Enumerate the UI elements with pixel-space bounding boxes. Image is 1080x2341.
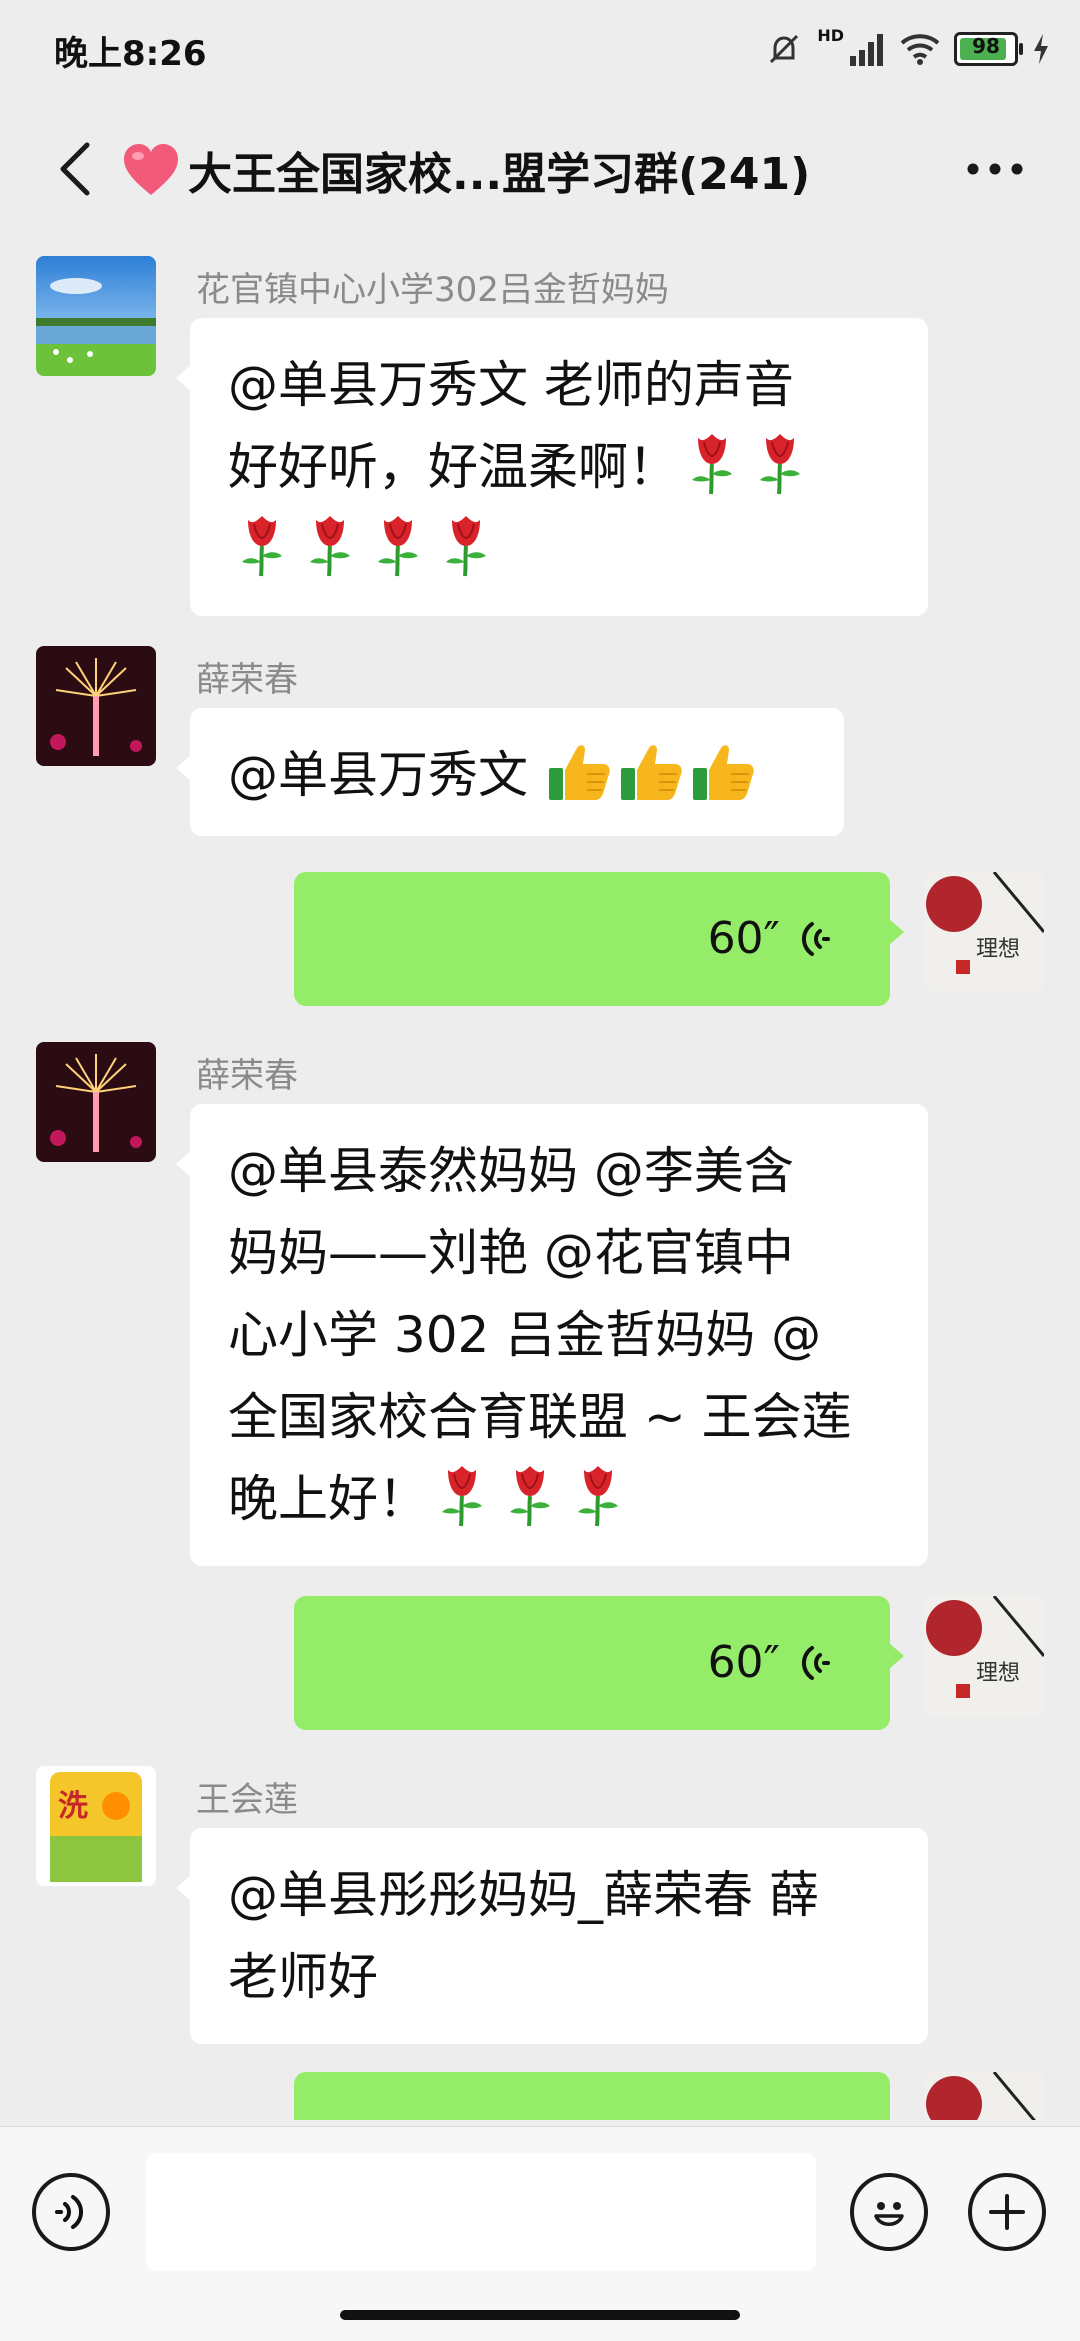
rose-emoji xyxy=(234,512,290,578)
chat-header: 大王全国家校...盟学习群(241) xyxy=(0,110,1080,230)
wifi-icon xyxy=(900,34,940,65)
message-line: @单县万秀文 xyxy=(228,734,806,816)
network-label: HD xyxy=(817,26,844,45)
message-line: 全国家校合育联盟 ~ 王会莲 xyxy=(228,1388,852,1446)
message-line: @单县泰然妈妈 @李美含 xyxy=(228,1142,794,1200)
chat-title-text: 大王全国家校...盟学习群(241) xyxy=(188,149,811,200)
voice-wave-icon xyxy=(794,1643,834,1683)
my-avatar[interactable] xyxy=(924,2072,1044,2120)
voice-message-bubble[interactable]: 60″ xyxy=(294,1596,904,1730)
rose-emoji xyxy=(502,1462,558,1528)
rose-emoji xyxy=(684,430,740,496)
chat-title: 大王全国家校...盟学习群(241) xyxy=(120,138,900,202)
more-icon xyxy=(967,163,1023,175)
message-list[interactable]: 花官镇中心小学302吕金哲妈妈 @单县万秀文 老师的声音 好好听，好温柔啊！ 薛… xyxy=(0,240,1080,2120)
status-bar: 晚上8:26 HD 98 xyxy=(0,0,1080,96)
message-bubble[interactable]: @单县彤彤妈妈_薛荣春 薛 老师好 xyxy=(176,1828,928,2044)
thumbs-up-emoji xyxy=(547,740,613,802)
svg-text:理想: 理想 xyxy=(976,1661,1020,1686)
back-button[interactable] xyxy=(40,134,110,204)
message-line xyxy=(228,508,890,590)
message-bubble[interactable]: @单县泰然妈妈 @李美含 妈妈——刘艳 @花官镇中 心小学 302 吕金哲妈妈 … xyxy=(176,1104,928,1566)
message-line: @单县万秀文 老师的声音 xyxy=(228,356,794,414)
my-avatar[interactable]: 理想 xyxy=(924,1596,1044,1716)
avatar[interactable]: 洗 xyxy=(36,1766,156,1886)
sender-name: 花官镇中心小学302吕金哲妈妈 xyxy=(196,270,669,310)
battery-indicator: 98 xyxy=(954,32,1023,66)
plus-button[interactable] xyxy=(968,2173,1046,2251)
sender-name: 王会莲 xyxy=(196,1780,298,1820)
voice-duration: 60″ xyxy=(707,1637,780,1688)
sender-name: 薛荣春 xyxy=(196,1056,298,1096)
message-bubble[interactable]: @单县万秀文 xyxy=(176,708,844,836)
emoji-button[interactable] xyxy=(850,2173,928,2251)
input-bar xyxy=(0,2126,1080,2341)
message-line: 好好听，好温柔啊！ xyxy=(228,426,890,508)
charging-icon xyxy=(1034,34,1048,64)
message-line: 妈妈——刘艳 @花官镇中 xyxy=(228,1224,794,1282)
voice-message: 60″ xyxy=(350,872,834,1006)
mute-bell-icon xyxy=(770,34,799,64)
more-button[interactable] xyxy=(950,134,1040,204)
plus-icon xyxy=(989,2194,1025,2230)
message-input[interactable] xyxy=(146,2153,816,2271)
home-indicator[interactable] xyxy=(340,2310,740,2320)
message-line: 心小学 302 吕金哲妈妈 @ xyxy=(228,1306,822,1364)
status-time: 晚上8:26 xyxy=(54,34,207,74)
voice-message-bubble[interactable] xyxy=(294,2072,904,2120)
my-avatar[interactable]: 理想 xyxy=(924,872,1044,992)
voice-input-icon xyxy=(51,2192,91,2232)
status-icons: HD 98 xyxy=(765,26,1050,72)
svg-text:洗: 洗 xyxy=(58,1789,88,1824)
rose-emoji xyxy=(434,1462,490,1528)
sender-name: 薛荣春 xyxy=(196,660,298,700)
thumbs-up-emoji xyxy=(691,740,757,802)
voice-wave-icon xyxy=(794,919,834,959)
voice-input-button[interactable] xyxy=(32,2173,110,2251)
thumbs-up-emoji xyxy=(619,740,685,802)
avatar[interactable] xyxy=(36,256,156,376)
rose-emoji xyxy=(438,512,494,578)
rose-emoji xyxy=(302,512,358,578)
avatar[interactable] xyxy=(36,1042,156,1162)
signal-icon xyxy=(850,34,883,66)
rose-emoji xyxy=(570,1462,626,1528)
battery-level: 98 xyxy=(972,34,1000,58)
message-line: @单县彤彤妈妈_薛荣春 薛 xyxy=(228,1866,819,1924)
svg-text:理想: 理想 xyxy=(976,937,1020,962)
voice-message-bubble[interactable]: 60″ xyxy=(294,872,904,1006)
emoji-icon xyxy=(874,2202,904,2226)
back-icon xyxy=(60,142,90,196)
rose-emoji xyxy=(370,512,426,578)
message-line: 晚上好！ xyxy=(228,1458,890,1540)
message-bubble[interactable]: @单县万秀文 老师的声音 好好听，好温柔啊！ xyxy=(176,318,928,616)
voice-message: 60″ xyxy=(350,1596,834,1730)
message-line: 老师好 xyxy=(228,1948,378,2006)
rose-emoji xyxy=(752,430,808,496)
voice-duration: 60″ xyxy=(707,913,780,964)
avatar[interactable] xyxy=(36,646,156,766)
heart-icon xyxy=(124,144,178,195)
